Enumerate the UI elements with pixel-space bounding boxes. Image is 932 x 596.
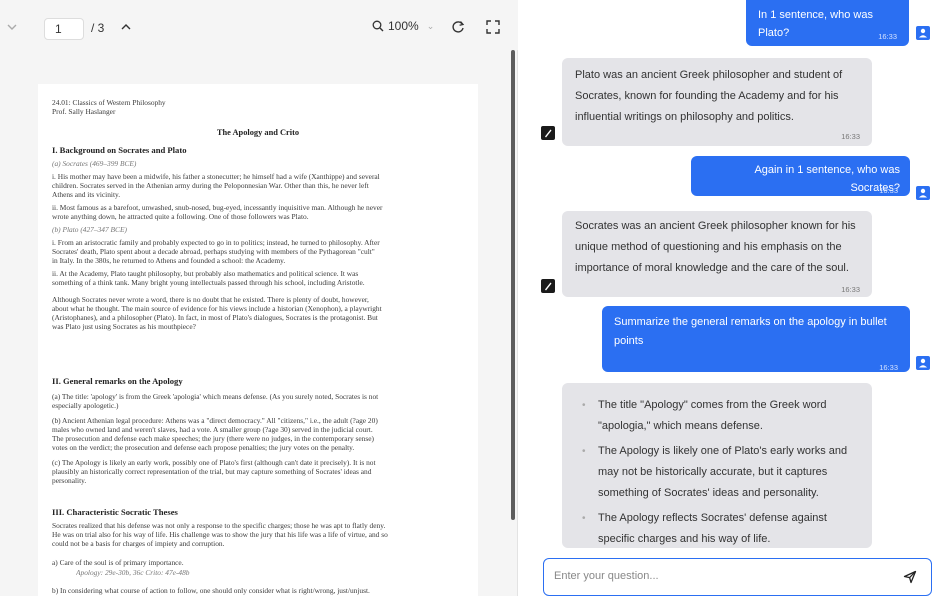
- search-icon: [372, 20, 384, 32]
- doc-professor: Prof. Sally Haslanger: [52, 107, 116, 116]
- user-message: Summarize the general remarks on the apo…: [602, 306, 910, 372]
- message-text: Summarize the general remarks on the apo…: [614, 316, 887, 347]
- user-avatar-icon: [916, 26, 930, 40]
- message-time: 16:33: [879, 186, 898, 195]
- fullscreen-icon[interactable]: [484, 18, 502, 36]
- doc-heading: II. General remarks on the Apology: [52, 377, 183, 386]
- list-item: The Apology is likely one of Plato's ear…: [576, 441, 858, 504]
- doc-line: Although Socrates never wrote a word, th…: [52, 295, 369, 304]
- doc-line: wrote anything down, he attracted quite …: [52, 212, 309, 221]
- doc-line: something of a think tank. Many bright y…: [52, 278, 365, 287]
- page-number-input[interactable]: 1: [44, 18, 84, 40]
- message-time: 16:33: [841, 285, 860, 294]
- doc-heading: III. Characteristic Socratic Theses: [52, 508, 178, 517]
- doc-line: personality.: [52, 476, 87, 485]
- doc-line: especially apologetic.): [52, 401, 119, 410]
- doc-line: (c) The Apology is likely an early work,…: [52, 458, 376, 467]
- assistant-message: Socrates was an ancient Greek philosophe…: [562, 211, 872, 297]
- doc-line: i. His mother may have been a midwife, h…: [52, 172, 380, 181]
- doc-line: i. From an aristocratic family and proba…: [52, 238, 380, 247]
- pdf-viewer: 1 / 3 100% ⌄ 24.01: Classics of Western …: [0, 0, 518, 596]
- user-message: In 1 sentence, who was Plato? 16:33: [746, 0, 909, 46]
- page-total-label: / 3: [91, 21, 105, 35]
- doc-line: He was on trial also for his way of life…: [52, 530, 388, 539]
- doc-line: (b) Ancient Athenian legal procedure: At…: [52, 416, 378, 425]
- doc-line: ii. Most famous as a barefoot, unwashed,…: [52, 203, 383, 212]
- assistant-message: Plato was an ancient Greek philosopher a…: [562, 58, 872, 146]
- doc-line: could not be a basis for charges of impi…: [52, 539, 225, 548]
- doc-line: The prosecution and defense each make sp…: [52, 434, 374, 443]
- doc-line: (Aristophanes), and a philosopher (Plato…: [52, 313, 378, 322]
- doc-line: ii. At the Academy, Plato taught philoso…: [52, 269, 359, 278]
- user-message: Again in 1 sentence, who was Socrates? 1…: [691, 156, 910, 196]
- assistant-avatar-icon: [541, 126, 555, 140]
- question-input[interactable]: Enter your question...: [543, 558, 932, 596]
- refresh-icon[interactable]: [449, 18, 467, 36]
- zoom-level: 100%: [388, 19, 419, 33]
- message-text: Again in 1 sentence, who was Socrates?: [754, 164, 900, 194]
- pdf-scrollbar[interactable]: [511, 50, 515, 520]
- doc-line: Apology: 29e-30b, 36c Crito: 47e-48b: [76, 568, 190, 577]
- question-input-placeholder: Enter your question...: [554, 570, 659, 582]
- message-time: 16:33: [841, 132, 860, 141]
- doc-heading: I. Background on Socrates and Plato: [52, 146, 187, 155]
- doc-line: males who owned land and weren't slaves,…: [52, 425, 373, 434]
- message-text: Socrates was an ancient Greek philosophe…: [575, 220, 856, 274]
- message-text: Plato was an ancient Greek philosopher a…: [575, 69, 843, 123]
- bullet-list: The title "Apology" comes from the Greek…: [576, 395, 858, 548]
- doc-line: a) Care of the soul is of primary import…: [52, 558, 184, 567]
- doc-line: (a) Socrates (469–399 BCE): [52, 159, 137, 168]
- doc-line: was Plato just using Socrates as his mou…: [52, 322, 196, 331]
- pdf-page: 24.01: Classics of Western Philosophy Pr…: [38, 84, 478, 596]
- message-time: 16:33: [878, 32, 897, 41]
- list-item: The title "Apology" comes from the Greek…: [576, 395, 858, 437]
- zoom-control[interactable]: 100% ⌄: [372, 19, 434, 33]
- user-avatar-icon: [916, 356, 930, 370]
- doc-line: about what he thought. The main source o…: [52, 304, 382, 313]
- doc-line: votes on the verdict; the prosecution an…: [52, 443, 355, 452]
- doc-line: Socrates realized that his defense was n…: [52, 521, 386, 530]
- doc-course: 24.01: Classics of Western Philosophy: [52, 98, 166, 107]
- doc-line: Athens and its vicinity.: [52, 190, 121, 199]
- pdf-toolbar: 1 / 3 100% ⌄: [0, 0, 518, 50]
- doc-line: in Italy. In the 380s, he returned to At…: [52, 256, 286, 265]
- doc-line: plausibly an historically correct repres…: [52, 467, 372, 476]
- chevron-down-icon[interactable]: [4, 19, 20, 35]
- doc-title: The Apology and Crito: [216, 128, 300, 137]
- assistant-message: The title "Apology" comes from the Greek…: [562, 383, 872, 548]
- doc-line: (b) Plato (427–347 BCE): [52, 225, 127, 234]
- doc-line: b) In considering what course of action …: [52, 586, 370, 595]
- message-time: 16:33: [879, 363, 898, 372]
- caret-down-icon: ⌄: [426, 20, 435, 31]
- list-item: The Apology reflects Socrates' defense a…: [576, 508, 858, 548]
- doc-line: Socrates' death, Plato spent about a dec…: [52, 247, 375, 256]
- chevron-up-icon[interactable]: [118, 19, 134, 35]
- send-icon[interactable]: [903, 570, 919, 586]
- assistant-avatar-icon: [541, 279, 555, 293]
- doc-line: children. Socrates served in the Athenia…: [52, 181, 369, 190]
- doc-line: (a) The title: 'apology' is from the Gre…: [52, 392, 379, 401]
- user-avatar-icon: [916, 186, 930, 200]
- chat-panel: In 1 sentence, who was Plato? 16:33 Plat…: [519, 0, 932, 596]
